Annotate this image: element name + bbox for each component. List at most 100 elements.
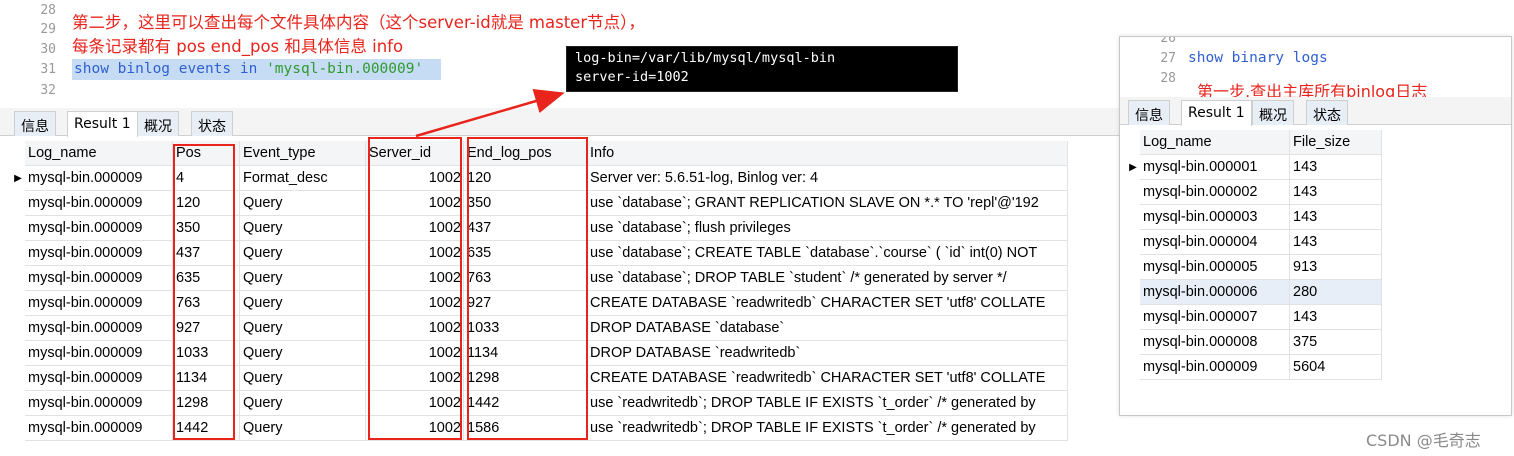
config-server-id: server-id=1002 (575, 69, 689, 85)
cell-file-size[interactable]: 143 (1290, 230, 1382, 255)
tab-info[interactable]: 信息 (14, 111, 56, 136)
watermark: CSDN @毛奇志 (1366, 431, 1481, 450)
cell-log-name[interactable]: mysql-bin.000009 (25, 216, 173, 241)
cell-log-name[interactable]: mysql-bin.000009 (25, 316, 173, 341)
cell-log-name[interactable]: mysql-bin.000009 (25, 241, 173, 266)
sql-statement-show-binlog-events[interactable]: show binlog events in 'mysql-bin.000009' (74, 61, 423, 77)
cell-log-name[interactable]: mysql-bin.000009 (25, 166, 173, 191)
cell-log-name[interactable]: mysql-bin.000001 (1140, 155, 1290, 180)
column-header-log-name[interactable]: Log_name (1140, 130, 1290, 155)
annotation-step-two-line1: 第二步，这里可以查出每个文件具体内容（这个server-id就是 master节… (72, 13, 645, 32)
cell-log-name[interactable]: mysql-bin.000009 (25, 341, 173, 366)
cell-log-name[interactable]: mysql-bin.000009 (25, 391, 173, 416)
tab-status[interactable]: 状态 (191, 111, 233, 136)
sql-string: 'mysql-bin.000009' (266, 61, 424, 77)
cell-info[interactable]: use `readwritedb`; DROP TABLE IF EXISTS … (587, 391, 1068, 416)
cell-file-size[interactable]: 143 (1290, 180, 1382, 205)
sql-statement-show-binary-logs[interactable]: show binary logs (1188, 50, 1328, 66)
cell-log-name[interactable]: mysql-bin.000004 (1140, 230, 1290, 255)
result-tabbar: 信息 Result 1 概况 状态 (0, 108, 1120, 137)
column-header-log-name[interactable]: Log_name (25, 141, 173, 166)
tab-result-1[interactable]: Result 1 (1181, 100, 1252, 126)
cell-log-name[interactable]: mysql-bin.000002 (1140, 180, 1290, 205)
table-row[interactable]: mysql-bin.000001 143 (1140, 155, 1382, 180)
cell-info[interactable]: CREATE DATABASE `readwritedb` CHARACTER … (587, 291, 1068, 316)
line-number: 27 (1160, 51, 1176, 66)
cell-event-type[interactable]: Query (240, 391, 366, 416)
show-binary-logs-window: 26 27 28 show binary logs 第一步,查出主库所有binl… (1119, 36, 1512, 416)
sql-keyword: show binlog events in (74, 61, 267, 77)
tab-overview[interactable]: 概况 (137, 111, 179, 136)
cell-file-size[interactable]: 375 (1290, 330, 1382, 355)
cell-log-name[interactable]: mysql-bin.000006 (1140, 280, 1290, 305)
cell-info[interactable]: CREATE DATABASE `readwritedb` CHARACTER … (587, 366, 1068, 391)
line-number: 29 (40, 22, 56, 37)
cell-log-name[interactable]: mysql-bin.000009 (1140, 355, 1290, 380)
table-row[interactable]: mysql-bin.000002 143 (1140, 180, 1382, 205)
highlight-box-end-log-pos (467, 137, 588, 440)
cell-event-type[interactable]: Query (240, 416, 366, 441)
cell-event-type[interactable]: Query (240, 291, 366, 316)
line-number: 32 (40, 83, 56, 98)
line-number: 28 (40, 3, 56, 18)
highlight-box-server-id (368, 137, 462, 440)
table-row[interactable]: mysql-bin.000005 913 (1140, 255, 1382, 280)
current-row-indicator: ▶ (14, 173, 22, 184)
table-row[interactable]: mysql-bin.000004 143 (1140, 230, 1382, 255)
line-number: 28 (1160, 71, 1176, 86)
cell-log-name[interactable]: mysql-bin.000005 (1140, 255, 1290, 280)
line-number: 31 (40, 62, 56, 77)
cell-file-size[interactable]: 143 (1290, 155, 1382, 180)
cell-log-name[interactable]: mysql-bin.000009 (25, 266, 173, 291)
cell-log-name[interactable]: mysql-bin.000009 (25, 291, 173, 316)
cell-event-type[interactable]: Query (240, 366, 366, 391)
cell-event-type[interactable]: Query (240, 216, 366, 241)
cell-info[interactable]: use `database`; CREATE TABLE `database`.… (587, 241, 1068, 266)
tab-info[interactable]: 信息 (1128, 100, 1170, 125)
cell-event-type[interactable]: Query (240, 266, 366, 291)
column-header-file-size[interactable]: File_size (1290, 130, 1382, 155)
column-header-event-type[interactable]: Event_type (240, 141, 366, 166)
table-row[interactable]: mysql-bin.000008 375 (1140, 330, 1382, 355)
tab-status[interactable]: 状态 (1306, 100, 1348, 125)
table-row[interactable]: mysql-bin.000006 280 (1140, 280, 1382, 305)
mysql-config-snippet: log-bin=/var/lib/mysql/mysql-bin server-… (566, 46, 958, 92)
table-header-row: Log_name File_size (1140, 130, 1382, 155)
cell-info[interactable]: DROP DATABASE `database` (587, 316, 1068, 341)
config-log-bin: log-bin=/var/lib/mysql/mysql-bin (575, 50, 836, 66)
cell-log-name[interactable]: mysql-bin.000009 (25, 191, 173, 216)
cell-log-name[interactable]: mysql-bin.000007 (1140, 305, 1290, 330)
annotation-step-two-line2: 每条记录都有 pos end_pos 和具体信息 info (72, 37, 404, 56)
cell-file-size[interactable]: 143 (1290, 205, 1382, 230)
cell-info[interactable]: use `database`; flush privileges (587, 216, 1068, 241)
cell-file-size[interactable]: 913 (1290, 255, 1382, 280)
cell-event-type[interactable]: Query (240, 241, 366, 266)
cell-event-type[interactable]: Query (240, 316, 366, 341)
cell-info[interactable]: use `database`; DROP TABLE `student` /* … (587, 266, 1068, 291)
cell-info[interactable]: use `database`; GRANT REPLICATION SLAVE … (587, 191, 1068, 216)
tab-result-1[interactable]: Result 1 (67, 111, 138, 137)
highlight-box-pos (173, 144, 235, 440)
table-row[interactable]: mysql-bin.000009 5604 (1140, 355, 1382, 380)
cell-info[interactable]: use `readwritedb`; DROP TABLE IF EXISTS … (587, 416, 1068, 441)
column-header-info[interactable]: Info (587, 141, 1068, 166)
current-row-indicator: ▶ (1129, 162, 1137, 173)
line-number: 26 (1160, 36, 1176, 46)
table-row[interactable]: mysql-bin.000003 143 (1140, 205, 1382, 230)
result-tabbar-right: 信息 Result 1 概况 状态 (1120, 97, 1511, 126)
line-number: 30 (40, 42, 56, 57)
cell-event-type[interactable]: Format_desc (240, 166, 366, 191)
cell-event-type[interactable]: Query (240, 191, 366, 216)
cell-file-size[interactable]: 5604 (1290, 355, 1382, 380)
cell-info[interactable]: Server ver: 5.6.51-log, Binlog ver: 4 (587, 166, 1068, 191)
tab-overview[interactable]: 概况 (1252, 100, 1294, 125)
cell-log-name[interactable]: mysql-bin.000008 (1140, 330, 1290, 355)
cell-info[interactable]: DROP DATABASE `readwritedb` (587, 341, 1068, 366)
cell-log-name[interactable]: mysql-bin.000009 (25, 366, 173, 391)
cell-event-type[interactable]: Query (240, 341, 366, 366)
cell-file-size[interactable]: 280 (1290, 280, 1382, 305)
table-row[interactable]: mysql-bin.000007 143 (1140, 305, 1382, 330)
cell-log-name[interactable]: mysql-bin.000003 (1140, 205, 1290, 230)
cell-log-name[interactable]: mysql-bin.000009 (25, 416, 173, 441)
cell-file-size[interactable]: 143 (1290, 305, 1382, 330)
